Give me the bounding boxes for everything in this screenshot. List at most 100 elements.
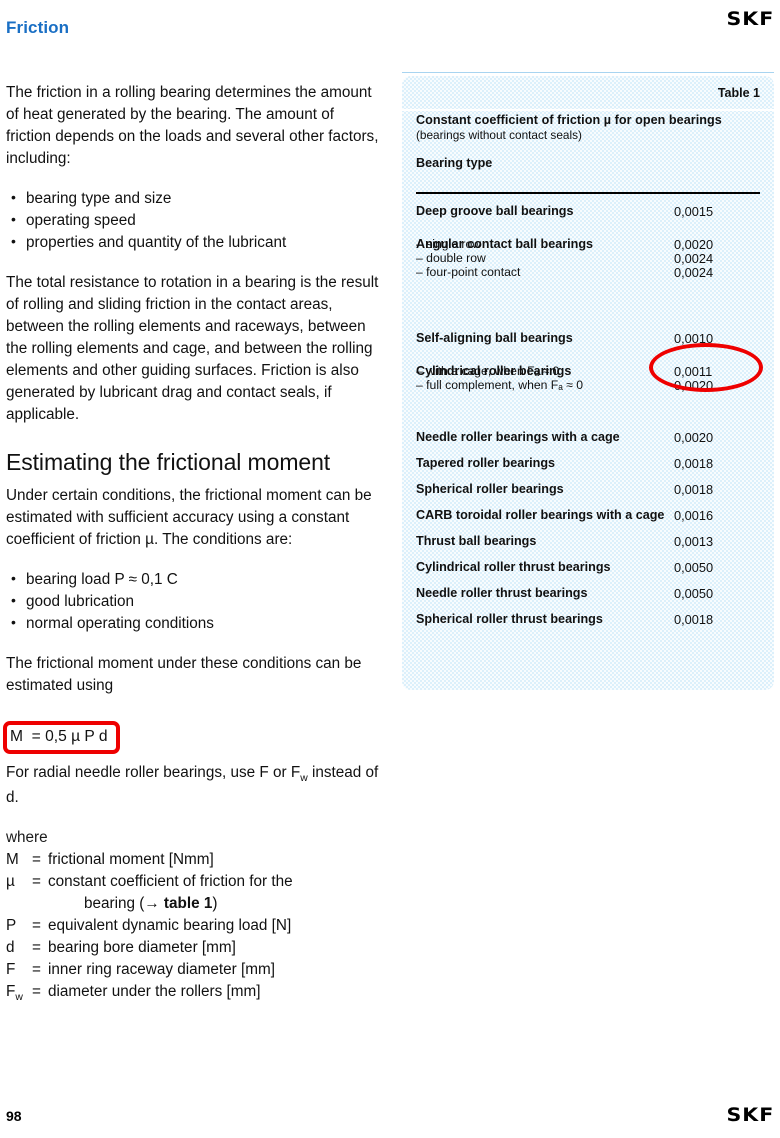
coefficient-value: 0,0020 bbox=[674, 378, 714, 393]
bearing-variant-label: – with a cage, when Fₐ ≈ 0 bbox=[416, 364, 560, 378]
bearing-type-label: Cylindrical roller thrust bearings bbox=[416, 560, 611, 574]
definition-symbol: M bbox=[6, 850, 19, 868]
list-item-0: bearing type and size bbox=[6, 187, 380, 210]
definition-equals: = bbox=[32, 872, 41, 890]
bearing-variant-label: – four-point contact bbox=[416, 265, 521, 279]
table-sub-row: – double row 0,0024 bbox=[402, 251, 774, 266]
definition-text: frictional moment [Nmm] bbox=[48, 850, 214, 868]
bearing-type-label: Needle roller bearings with a cage bbox=[416, 430, 620, 444]
symbol-definitions-table: M = frictional moment [Nmm] µ = constant coef… bbox=[6, 849, 293, 1006]
bearing-variant-label: – double row bbox=[416, 251, 486, 265]
skf-logo-footer: SKF bbox=[726, 1104, 774, 1126]
symbol-definition-row: F = inner ring raceway diameter [mm] bbox=[6, 959, 293, 981]
table-row: Needle roller bearings with a cage 0,0020 bbox=[402, 430, 774, 446]
intro-paragraph: The friction in a rolling bearing determ… bbox=[6, 84, 379, 168]
list-item-1: good lubrication bbox=[6, 590, 380, 613]
definition-text: inner ring raceway diameter [mm] bbox=[48, 960, 275, 978]
coefficient-value: 0,0024 bbox=[674, 265, 714, 280]
table-sub-rows: – single row 0,0020– double row 0,0024– fo… bbox=[402, 237, 774, 280]
symbol-definition-row: bearing (→ table 1) bbox=[6, 893, 293, 915]
definition-text: bearing bore diameter [mm] bbox=[48, 938, 236, 956]
definition-equals: = bbox=[32, 960, 41, 978]
coefficient-value: 0,0050 bbox=[674, 560, 714, 575]
subscript-w: w bbox=[300, 772, 308, 784]
table-sub-row: – four-point contact 0,0024 bbox=[402, 265, 774, 280]
document-page: Friction SKF The friction in a rolling b… bbox=[0, 0, 780, 1138]
conditions-list: bearing load P ≈ 0,1 Cgood lubricationno… bbox=[6, 568, 380, 635]
table-row: Cylindrical roller thrust bearings 0,0050 bbox=[402, 560, 774, 576]
bearing-type-label: Spherical roller thrust bearings bbox=[416, 612, 603, 626]
coefficient-value: 0,0011 bbox=[674, 364, 713, 379]
table-row: Spherical roller thrust bearings 0,0018 bbox=[402, 612, 774, 628]
radial-needle-note: For radial needle roller bearings, use F… bbox=[6, 763, 379, 806]
table-row: Spherical roller bearings 0,0018 bbox=[402, 482, 774, 498]
table-row: CARB toroidal roller bearings with a cag… bbox=[402, 508, 774, 524]
coefficient-value: 0,0013 bbox=[674, 534, 714, 549]
coefficient-value: 0,0020 bbox=[674, 430, 714, 445]
conditions-paragraph: Under certain conditions, the frictional… bbox=[6, 487, 372, 549]
table-rows-container: Deep groove ball bearings 0,0015 Angular c… bbox=[402, 204, 774, 638]
friction-coefficient-table-panel: Table 1 Constant coefficient of friction… bbox=[402, 76, 774, 690]
coefficient-value: 0,0018 bbox=[674, 482, 714, 497]
bearing-type-label: Self-aligning ball bearings bbox=[416, 331, 573, 345]
frictional-moment-formula: M = 0,5 µ P d bbox=[10, 728, 108, 746]
panel-divider bbox=[402, 109, 774, 111]
definition-symbol: F bbox=[6, 960, 16, 978]
table-title: Constant coefficient of friction µ for o… bbox=[416, 113, 722, 127]
definition-text: diameter under the rollers [mm] bbox=[48, 982, 261, 1000]
definition-symbol: Fw bbox=[6, 982, 23, 1003]
table-cross-reference[interactable]: → table 1 bbox=[144, 895, 212, 912]
symbol-definition-row: d = bearing bore diameter [mm] bbox=[6, 937, 293, 959]
table-row: Tapered roller bearings 0,0018 bbox=[402, 456, 774, 472]
bearing-variant-label: – full complement, when Fₐ ≈ 0 bbox=[416, 378, 584, 392]
table-row: Thrust ball bearings 0,0013 bbox=[402, 534, 774, 550]
symbol-definition-row: M = frictional moment [Nmm] bbox=[6, 849, 293, 871]
table-row: Cylindrical roller bearings – with a cage… bbox=[402, 364, 774, 420]
definition-text: bearing (→ table 1) bbox=[84, 894, 218, 912]
definition-text: equivalent dynamic bearing load [N] bbox=[48, 916, 292, 934]
list-item-2: normal operating conditions bbox=[6, 612, 380, 635]
friction-factors-list: bearing type and sizeoperating speedprop… bbox=[6, 187, 380, 254]
page-title: Friction bbox=[6, 18, 70, 37]
definition-symbol: µ bbox=[6, 872, 15, 890]
coefficient-value: 0,0018 bbox=[674, 612, 714, 627]
table-sub-row: – with a cage, when Fₐ ≈ 0 0,0011 bbox=[402, 364, 774, 379]
bearing-type-label: Tapered roller bearings bbox=[416, 456, 556, 470]
table-row: Angular contact ball bearings – single ro… bbox=[402, 237, 774, 321]
column-header-bearing-type: Bearing type bbox=[416, 156, 493, 170]
list-item-1: operating speed bbox=[6, 209, 380, 232]
bearing-type-label: Deep groove ball bearings bbox=[416, 204, 574, 218]
coefficient-value: 0,0010 bbox=[674, 331, 714, 346]
coefficient-value: 0,0024 bbox=[674, 251, 714, 266]
definition-symbol: P bbox=[6, 916, 17, 934]
symbol-definition-row: µ = constant coefficient of friction for t… bbox=[6, 871, 293, 893]
coefficient-value: 0,0020 bbox=[674, 237, 714, 252]
bearing-type-label: CARB toroidal roller bearings with a cag… bbox=[416, 508, 665, 522]
symbol-definition-row: Fw = diameter under the rollers [mm] bbox=[6, 981, 293, 1006]
definition-symbol bbox=[6, 893, 32, 915]
symbol-definition-row: P = equivalent dynamic bearing load [N] bbox=[6, 915, 293, 937]
table-sub-row: – single row 0,0020 bbox=[402, 237, 774, 252]
section-heading-estimating-frictional-moment: Estimating the frictional moment bbox=[6, 449, 331, 476]
definition-equals: = bbox=[32, 916, 41, 934]
left-text-column: The friction in a rolling bearing determ… bbox=[3, 82, 380, 1006]
skf-logo-header: SKF bbox=[726, 8, 774, 30]
bearing-type-label: Spherical roller bearings bbox=[416, 482, 564, 496]
page-number: 98 bbox=[6, 1108, 22, 1124]
frictional-moment-formula-block: M = 0,5 µ P d bbox=[3, 721, 120, 754]
coefficient-value: 0,0016 bbox=[674, 508, 714, 523]
bearing-variant-label: – single row bbox=[416, 237, 482, 251]
list-item-2: properties and quantity of the lubricant bbox=[6, 231, 380, 254]
table-row: Self-aligning ball bearings 0,0010 bbox=[402, 331, 774, 347]
definition-equals bbox=[32, 893, 48, 915]
definition-text: constant coefficient of friction for the bbox=[48, 872, 293, 890]
total-resistance-paragraph: The total resistance to rotation in a be… bbox=[6, 274, 379, 424]
table-sub-row: – full complement, when Fₐ ≈ 0 0,0020 bbox=[402, 378, 774, 393]
where-label: where bbox=[6, 828, 48, 846]
header-divider bbox=[402, 72, 774, 73]
table-subtitle: (bearings without contact seals) bbox=[416, 128, 582, 142]
subscript: w bbox=[15, 991, 23, 1003]
definition-symbol: d bbox=[6, 938, 15, 956]
table-caption: Table 1 bbox=[717, 86, 760, 100]
table-title-block: Constant coefficient of friction µ for o… bbox=[416, 113, 760, 142]
